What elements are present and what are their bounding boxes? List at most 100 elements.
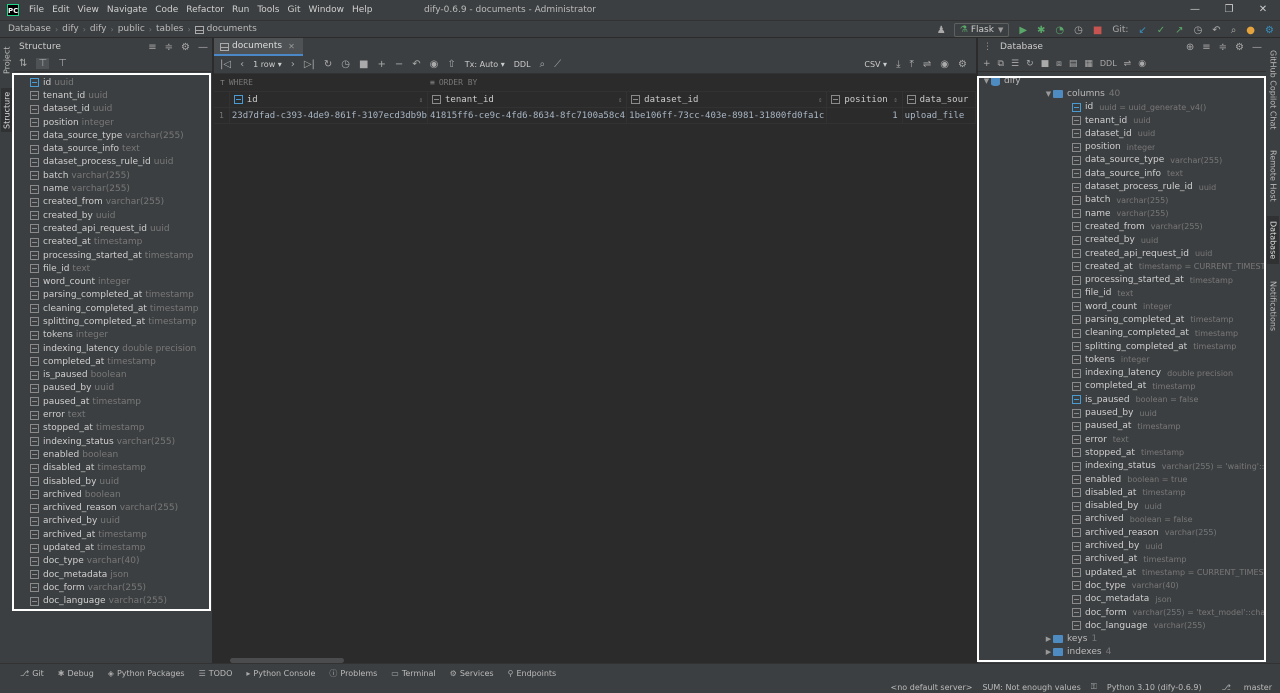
download-icon[interactable]: ⤓ xyxy=(896,59,900,70)
tool-tab-debug[interactable]: ✱ Debug xyxy=(58,669,94,678)
search-icon[interactable]: ⌕ xyxy=(1231,25,1237,36)
table-cell[interactable]: 1 xyxy=(827,107,903,124)
gear-icon[interactable]: ⚙ xyxy=(181,42,190,53)
history-icon[interactable]: ◷ xyxy=(1194,25,1203,36)
sort-toggle-icon[interactable]: ⇕ xyxy=(818,96,822,104)
rollback-icon[interactable]: ↶ xyxy=(1212,25,1220,36)
git-push-icon[interactable]: ↗ xyxy=(1175,25,1183,36)
tool-tab-problems[interactable]: ⓘ Problems xyxy=(329,668,377,679)
table-cell[interactable]: 23d7dfad-c393-4de9-861f-3107ecd3db9b xyxy=(230,107,429,124)
first-page-icon[interactable]: |◁ xyxy=(220,59,231,70)
ddl-button[interactable]: DDL xyxy=(1100,59,1117,68)
table-cell[interactable]: upload_file xyxy=(903,107,977,124)
compare-icon[interactable]: ⇌ xyxy=(923,59,931,70)
order-by-field[interactable]: ≡ ORDER BY xyxy=(424,78,634,87)
filter-icon[interactable]: ⊤ xyxy=(36,58,50,69)
last-page-icon[interactable]: ▷| xyxy=(304,59,315,70)
refresh-icon[interactable]: ↻ xyxy=(324,59,332,70)
lock-icon[interactable]: ⚿ xyxy=(1091,682,1097,692)
table-cell[interactable]: 41815ff6-ce9c-4fd6-8634-8fc7100a58c4 xyxy=(428,107,628,124)
tx-mode-select[interactable]: Tx: Auto ▾ xyxy=(465,60,505,69)
menu-help[interactable]: Help xyxy=(352,5,373,15)
delete-row-icon[interactable]: − xyxy=(395,59,403,70)
debug-icon[interactable]: ✱ xyxy=(1037,25,1045,36)
hide-panel-icon[interactable]: — xyxy=(1252,42,1262,53)
locate-icon[interactable]: ⊕ xyxy=(1186,42,1194,53)
submit-icon[interactable]: ⇧ xyxy=(447,59,455,70)
column-header[interactable]: data_sour xyxy=(903,91,976,108)
menu-edit[interactable]: Edit xyxy=(52,5,69,15)
menu-navigate[interactable]: Navigate xyxy=(107,5,147,15)
menu-view[interactable]: View xyxy=(78,5,99,15)
format-select[interactable]: CSV ▾ xyxy=(864,60,887,69)
row-count-select[interactable]: 1 row ▾ xyxy=(253,60,282,69)
column-header[interactable]: id ⇕ xyxy=(230,91,429,108)
breadcrumb-item[interactable]: documents xyxy=(207,24,257,34)
copy-icon[interactable]: ⧉ xyxy=(998,59,1004,69)
tool-tab-git[interactable]: ⎇ Git xyxy=(20,669,44,678)
view-icon[interactable]: ◉ xyxy=(940,59,949,70)
refresh-icon[interactable]: ↻ xyxy=(1026,59,1034,69)
sort-toggle-icon[interactable]: ⇕ xyxy=(893,96,897,104)
sum-status[interactable]: SUM: Not enough values xyxy=(982,683,1080,692)
table-cell[interactable]: 1be106ff-73cc-403e-8981-31800fd0fa1c xyxy=(627,107,828,124)
gear-icon[interactable]: ⚙ xyxy=(958,59,967,70)
sort-toggle-icon[interactable]: ⇕ xyxy=(419,96,423,104)
tab-documents[interactable]: documents ✕ xyxy=(214,38,303,56)
menu-refactor[interactable]: Refactor xyxy=(186,5,224,15)
history-icon[interactable]: ◷ xyxy=(341,59,350,70)
ddl-button[interactable]: DDL xyxy=(514,60,531,69)
menu-tools[interactable]: Tools xyxy=(257,5,279,15)
tool-tab-todo[interactable]: ☰ TODO xyxy=(199,669,233,678)
collapse-all-icon[interactable]: ≑ xyxy=(165,42,173,53)
close-tab-icon[interactable]: ✕ xyxy=(288,42,295,51)
chart-icon[interactable]: ⟋ xyxy=(554,59,561,70)
breadcrumb-item[interactable]: public xyxy=(118,24,145,34)
run-icon[interactable]: ▶ xyxy=(1019,25,1027,36)
collapse-all-icon[interactable]: ≑ xyxy=(1219,42,1227,53)
upload-icon[interactable]: ⤒ xyxy=(909,59,913,70)
tab-github-copilot-chat[interactable]: GitHub Copilot Chat xyxy=(1267,44,1279,136)
revert-icon[interactable]: ↶ xyxy=(412,59,420,70)
view-icon[interactable]: ◉ xyxy=(1138,59,1146,69)
menu-window[interactable]: Window xyxy=(309,5,345,15)
hide-panel-icon[interactable]: — xyxy=(198,42,208,53)
breadcrumb-item[interactable]: Database xyxy=(8,24,51,34)
expand-all-icon[interactable]: ≡ xyxy=(148,42,156,53)
properties-icon[interactable]: ☰ xyxy=(1011,59,1019,69)
preview-icon[interactable]: ◉ xyxy=(430,59,439,70)
tool-tab-python-console[interactable]: ▸ Python Console xyxy=(246,669,315,678)
column-header[interactable]: position ⇕ xyxy=(827,91,903,108)
git-commit-icon[interactable]: ✓ xyxy=(1157,25,1165,36)
expand-all-icon[interactable]: ≡ xyxy=(1202,42,1210,53)
add-row-icon[interactable]: + xyxy=(377,59,385,70)
menu-git[interactable]: Git xyxy=(287,5,300,15)
panel-menu-icon[interactable]: ⋮ xyxy=(983,42,992,52)
tool-tab-python-packages[interactable]: ◈ Python Packages xyxy=(108,669,185,678)
tab-notifications[interactable]: Notifications xyxy=(1267,274,1279,338)
git-update-icon[interactable]: ↙ xyxy=(1138,25,1146,36)
breadcrumb-item[interactable]: dify xyxy=(62,24,79,34)
menu-file[interactable]: File xyxy=(29,5,44,15)
filter-alt-icon[interactable]: ⊤ xyxy=(58,58,67,69)
jump-icon[interactable]: ⧈ xyxy=(1056,59,1062,69)
menu-code[interactable]: Code xyxy=(155,5,178,15)
maximize-icon[interactable]: ❐ xyxy=(1212,0,1246,20)
where-field[interactable]: ⊤ WHERE xyxy=(214,78,424,87)
gear-icon[interactable]: ⚙ xyxy=(1235,42,1244,53)
search-icon[interactable]: ⌕ xyxy=(540,59,546,70)
updates-icon[interactable]: ● xyxy=(1246,25,1255,36)
server-status[interactable]: <no default server> xyxy=(891,683,973,692)
run-config-select[interactable]: ⚗ Flask ▼ xyxy=(953,23,1010,37)
user-icon[interactable]: ♟ xyxy=(937,25,946,36)
tab-remote-host[interactable]: Remote Host xyxy=(1267,146,1279,206)
stop-icon[interactable]: ■ xyxy=(359,59,368,70)
column-header[interactable]: dataset_id ⇕ xyxy=(627,91,828,108)
close-icon[interactable]: ✕ xyxy=(1246,0,1280,20)
branch-status[interactable]: ⎇ master xyxy=(1212,683,1272,692)
menu-run[interactable]: Run xyxy=(232,5,249,15)
minimize-icon[interactable]: — xyxy=(1178,0,1212,20)
prev-page-icon[interactable]: ‹ xyxy=(240,59,244,70)
diagram-icon[interactable]: ⇌ xyxy=(1124,59,1132,69)
tool-tab-terminal[interactable]: ▭ Terminal xyxy=(391,669,435,678)
